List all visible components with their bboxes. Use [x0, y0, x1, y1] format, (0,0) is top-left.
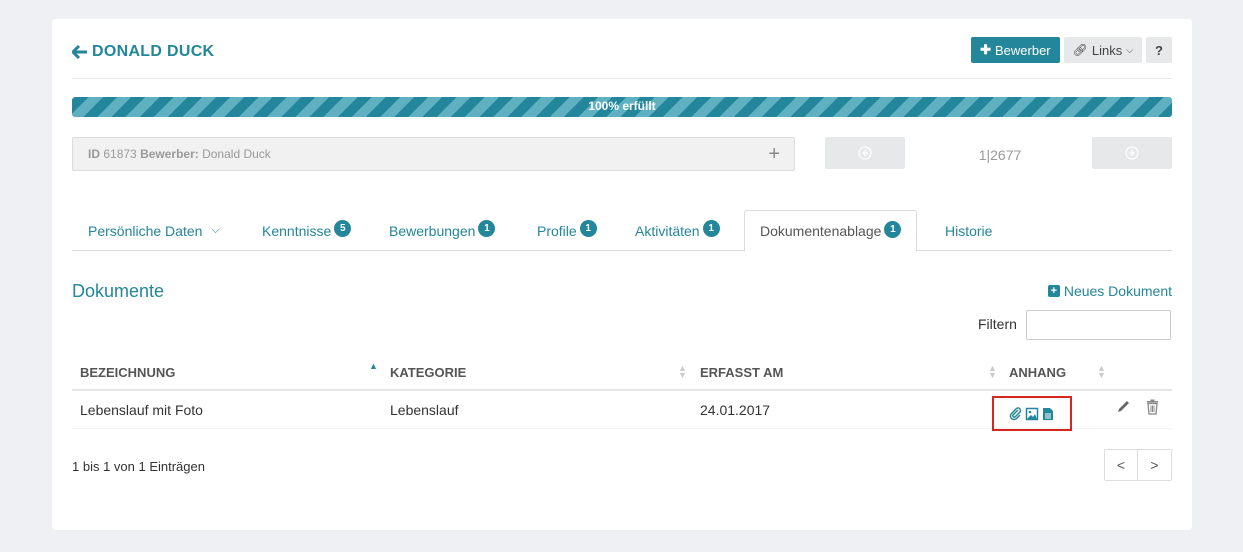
link-icon: 🔗︎: [1072, 43, 1088, 57]
table-info: 1 bis 1 von 1 Einträgen: [72, 459, 205, 474]
pencil-icon[interactable]: [1116, 399, 1131, 415]
tab-aktivitaeten[interactable]: Aktivitäten 1: [635, 210, 720, 251]
tab-persoenliche-daten[interactable]: Persönliche Daten ⌵: [88, 210, 220, 251]
table-row: Lebenslauf mit Foto Lebenslauf 24.01.201…: [72, 391, 1172, 431]
expand-plus-icon[interactable]: +: [768, 143, 780, 166]
record-id-field[interactable]: ID 61873 Bewerber: Donald Duck +: [72, 137, 795, 171]
image-file-icon[interactable]: [1025, 407, 1039, 421]
help-label: ?: [1155, 42, 1163, 58]
circle-arrow-right-icon: [1125, 146, 1139, 160]
tab-historie[interactable]: Historie: [945, 210, 992, 251]
plus-icon: ✚: [980, 42, 991, 57]
tab-label: Historie: [945, 222, 993, 239]
chevron-down-icon: ⌵: [1126, 44, 1134, 55]
count-badge: 1: [702, 220, 720, 237]
tab-label: Bewerbungen: [389, 222, 476, 239]
tab-label: Profile: [537, 222, 577, 239]
documents-table: BEZEICHNUNG ▲ KATEGORIE ▲ ▼ ERFASST AM ▲ ▼…: [72, 359, 1172, 431]
page-title: DONALD DUCK: [92, 43, 215, 60]
next-record-button[interactable]: [1092, 137, 1172, 169]
count-badge: 1: [478, 220, 496, 237]
pagination: < >: [1104, 449, 1172, 481]
new-document-label: Neues Dokument: [1063, 283, 1172, 299]
links-label: Links: [1091, 42, 1123, 58]
chevron-down-icon: ⌵: [211, 224, 220, 236]
record-counter: 1|2677: [978, 147, 1022, 163]
paperclip-icon[interactable]: [1009, 406, 1023, 421]
filter-label: Filtern: [978, 316, 1017, 332]
new-document-link[interactable]: + Neues Dokument: [1047, 283, 1172, 299]
tab-kenntnisse[interactable]: Kenntnisse 5: [262, 210, 352, 251]
tab-dokumentenablage[interactable]: Dokumentenablage 1: [744, 210, 918, 252]
count-badge: 1: [884, 220, 902, 238]
cell-erfasst-am: 24.01.2017: [700, 402, 771, 418]
column-header-bezeichnung[interactable]: BEZEICHNUNG: [80, 365, 175, 380]
links-dropdown-button[interactable]: 🔗︎ Links ⌵: [1063, 37, 1143, 63]
section-title: Dokumente: [72, 281, 165, 301]
filter-input[interactable]: [1026, 310, 1171, 340]
back-title[interactable]: DONALD DUCK: [72, 43, 214, 61]
previous-record-button[interactable]: [825, 137, 905, 169]
bewerber-value: Donald Duck: [202, 147, 271, 161]
tab-bar: Persönliche Daten ⌵ Kenntnisse 5 Bewerbu…: [72, 210, 1172, 252]
id-value: 61873: [103, 147, 137, 161]
trash-icon[interactable]: [1145, 399, 1160, 415]
sort-icon[interactable]: ▲ ▼: [1097, 364, 1106, 380]
attachment-icons-highlight: [992, 396, 1072, 431]
tab-label: Dokumentenablage: [760, 223, 882, 239]
tab-bewerbungen[interactable]: Bewerbungen 1: [389, 210, 496, 251]
add-bewerber-button[interactable]: ✚ Bewerber: [971, 37, 1060, 63]
add-bewerber-label: Bewerber: [994, 42, 1051, 58]
arrow-left-icon: [72, 45, 87, 59]
cell-kategorie: Lebenslauf: [390, 402, 459, 418]
tab-label: Persönliche Daten: [88, 222, 203, 239]
prev-page-button[interactable]: <: [1104, 449, 1138, 481]
count-badge: 1: [579, 220, 597, 237]
next-page-button[interactable]: >: [1138, 449, 1172, 481]
cell-bezeichnung: Lebenslauf mit Foto: [80, 402, 203, 418]
header-buttons: ✚ Bewerber 🔗︎ Links ⌵ ?: [971, 37, 1172, 63]
bewerber-label: Bewerber:: [140, 147, 199, 161]
column-header-kategorie[interactable]: KATEGORIE: [390, 365, 466, 380]
column-header-anhang[interactable]: ANHANG: [1009, 365, 1066, 380]
completion-progress-bar: 100% erfüllt: [72, 97, 1172, 117]
main-card: DONALD DUCK ✚ Bewerber 🔗︎ Links ⌵ ? 100%…: [52, 19, 1192, 530]
table-header: BEZEICHNUNG ▲ KATEGORIE ▲ ▼ ERFASST AM ▲ ▼…: [72, 359, 1172, 391]
count-badge: 5: [334, 220, 352, 237]
sort-icon[interactable]: ▲ ▼: [988, 364, 997, 380]
tab-label: Kenntnisse: [262, 222, 332, 239]
progress-label: 100% erfüllt: [588, 99, 656, 113]
id-label: ID: [88, 147, 100, 161]
circle-arrow-left-icon: [858, 146, 872, 160]
tab-label: Aktivitäten: [635, 222, 700, 239]
page-header: DONALD DUCK ✚ Bewerber 🔗︎ Links ⌵ ?: [72, 37, 1172, 79]
document-file-icon[interactable]: [1041, 407, 1055, 421]
sort-asc-icon[interactable]: ▲: [369, 362, 378, 371]
row-actions: [1116, 399, 1160, 415]
plus-square-icon: +: [1047, 285, 1060, 297]
sort-icon[interactable]: ▲ ▼: [678, 364, 687, 380]
tab-profile[interactable]: Profile 1: [537, 210, 597, 251]
help-button[interactable]: ?: [1146, 37, 1172, 63]
column-header-erfasst-am[interactable]: ERFASST AM: [700, 365, 783, 380]
